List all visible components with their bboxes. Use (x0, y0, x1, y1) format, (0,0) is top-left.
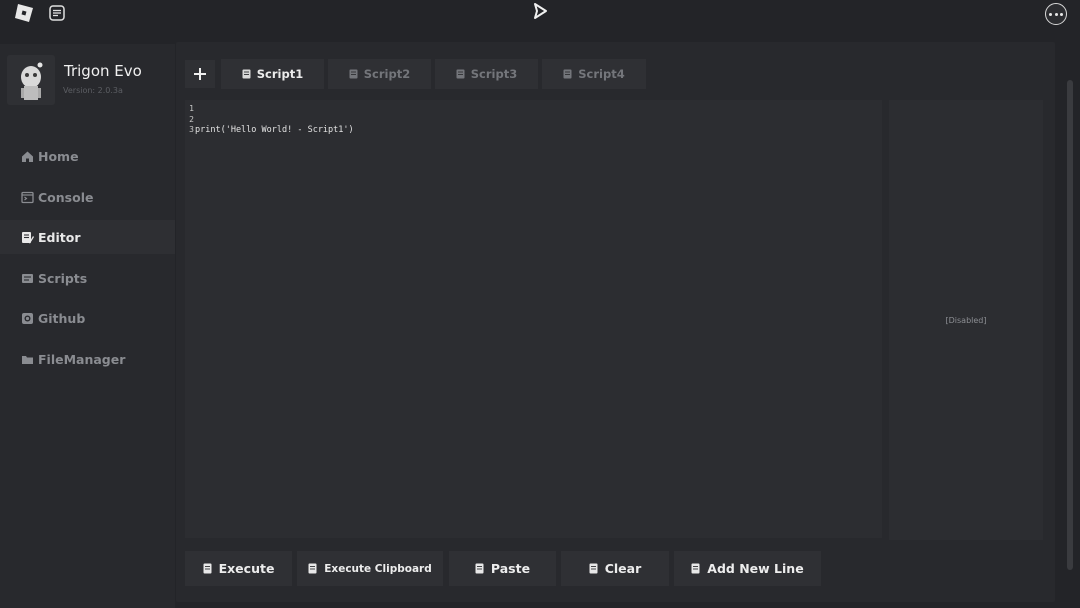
sidebar-item-label: Github (38, 310, 86, 326)
add-new-line-button[interactable]: Add New Line (674, 551, 821, 586)
trigon-logo-icon[interactable] (530, 1, 550, 21)
home-icon (20, 149, 34, 163)
tab-label: Script2 (363, 67, 411, 81)
script-file-icon (456, 69, 466, 79)
execute-button[interactable]: Execute (185, 551, 292, 586)
console-icon (20, 190, 34, 204)
script-file-icon (691, 563, 701, 574)
code-line: print('Hello World! - Script1') (195, 125, 354, 135)
script-file-icon (349, 69, 359, 79)
tab-script1[interactable]: Script1 (221, 59, 324, 89)
app-version: Version: 2.0.3a (63, 86, 123, 95)
button-label: Clear (604, 561, 642, 576)
tab-script3[interactable]: Script3 (435, 59, 538, 89)
sidebar-item-filemanager[interactable]: FileManager (0, 342, 175, 376)
code-content[interactable]: print('Hello World! - Script1') ​ ​ (195, 104, 354, 220)
sidebar-item-label: Home (38, 148, 79, 164)
tab-script4[interactable]: Script4 (542, 59, 646, 89)
tab-label: Script1 (256, 67, 304, 81)
code-line: ​ (195, 188, 354, 199)
sidebar-item-label: FileManager (38, 351, 126, 367)
github-icon (20, 311, 34, 325)
more-options-icon[interactable] (1045, 3, 1067, 25)
script-file-icon (203, 563, 213, 574)
script-file-icon (589, 563, 599, 574)
sidebar-item-console[interactable]: Console (0, 180, 175, 214)
line-numbers: 1 2 3 (185, 104, 194, 136)
sidebar-item-editor[interactable]: Editor (0, 220, 175, 254)
roblox-logo-icon[interactable] (13, 3, 35, 23)
folder-icon (20, 352, 34, 366)
script-file-icon (242, 69, 252, 79)
script-file-icon (308, 563, 318, 574)
code-line: ​ (195, 157, 354, 168)
paste-button[interactable]: Paste (449, 551, 556, 586)
tab-label: Script3 (470, 67, 518, 81)
sidebar-item-home[interactable]: Home (0, 139, 175, 173)
scripts-icon (20, 271, 34, 285)
plus-icon (194, 68, 206, 80)
sidebar-item-github[interactable]: Github (0, 301, 175, 335)
sidebar: Trigon Evo Version: 2.0.3a Home Console … (0, 44, 175, 608)
script-file-icon (475, 563, 485, 574)
code-editor[interactable]: 1 2 3 print('Hello World! - Script1') ​ … (185, 100, 882, 538)
chat-icon[interactable] (46, 3, 68, 23)
sidebar-item-label: Scripts (38, 270, 88, 286)
tab-script2[interactable]: Script2 (328, 59, 431, 89)
tab-label: Script4 (578, 67, 625, 81)
button-label: Paste (490, 561, 531, 576)
sidebar-item-scripts[interactable]: Scripts (0, 261, 175, 295)
script-file-icon (563, 69, 573, 79)
button-label: Execute (218, 561, 275, 576)
line-number: 3 (189, 125, 194, 134)
sidebar-item-label: Editor (38, 229, 81, 245)
line-number: 1 (189, 104, 194, 113)
sidebar-item-label: Console (38, 189, 94, 205)
execute-clipboard-button[interactable]: Execute Clipboard (297, 551, 443, 586)
disabled-label: [Disabled] (945, 315, 987, 325)
button-label: Execute Clipboard (324, 562, 432, 575)
add-tab-button[interactable] (185, 60, 215, 88)
avatar (7, 55, 55, 105)
button-label: Add New Line (707, 561, 804, 576)
line-number: 2 (189, 114, 194, 124)
clear-button[interactable]: Clear (561, 551, 669, 586)
top-bar (0, 0, 1080, 30)
editor-icon (20, 230, 34, 244)
script-hub-panel: [Disabled] (889, 100, 1043, 540)
app-title: Trigon Evo (64, 62, 142, 80)
scrollbar[interactable] (1067, 80, 1073, 570)
